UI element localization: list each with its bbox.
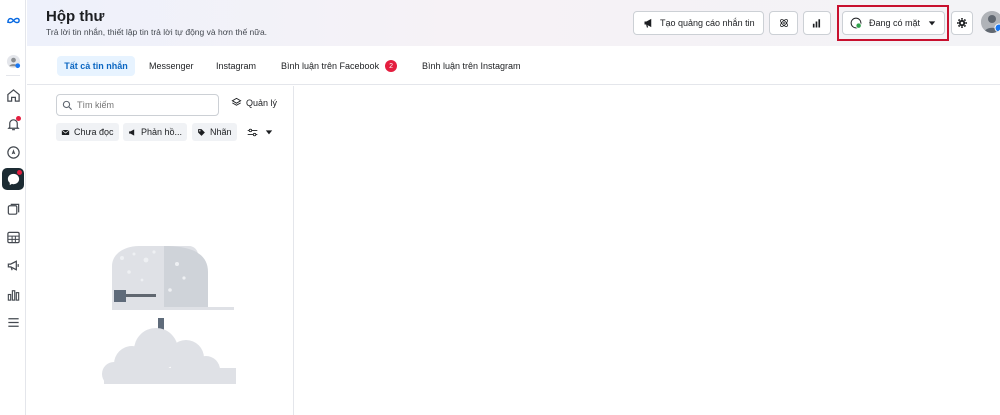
layers-icon bbox=[231, 97, 242, 106]
envelope-icon bbox=[61, 129, 70, 135]
empty-mailbox-illustration bbox=[102, 246, 236, 384]
sliders-icon bbox=[247, 128, 258, 136]
tab-label: Instagram bbox=[216, 61, 257, 71]
presence-highlight-box bbox=[837, 5, 949, 41]
megaphone-icon bbox=[644, 18, 652, 28]
tab-label: Messenger bbox=[149, 61, 194, 71]
manage-button[interactable]: Quản lý bbox=[231, 97, 277, 108]
content-pages-icon[interactable] bbox=[2, 198, 24, 220]
profile-avatar[interactable] bbox=[981, 11, 1000, 33]
search-input[interactable] bbox=[77, 100, 207, 110]
unread-count-badge: 2 bbox=[385, 60, 398, 72]
tab-instagram[interactable]: Instagram bbox=[210, 56, 262, 76]
compass-icon[interactable] bbox=[2, 141, 24, 163]
profile-photo-icon bbox=[981, 11, 1000, 33]
filter-settings-dropdown[interactable] bbox=[242, 123, 282, 141]
menu-icon[interactable] bbox=[2, 311, 24, 333]
tab-label: Tất cả tin nhắn bbox=[64, 61, 128, 71]
tab-instagram-comments[interactable]: Bình luận trên Instagram bbox=[416, 56, 527, 76]
planner-grid-icon[interactable] bbox=[2, 226, 24, 248]
page-subtitle: Trả lời tin nhắn, thiết lập tin trả lời … bbox=[46, 27, 268, 37]
conversation-list-panel: Quản lý Chưa đọc Phản hồ... Nhãn bbox=[46, 86, 294, 415]
filter-label: Phản hồ... bbox=[141, 127, 183, 137]
filter-label: Nhãn bbox=[210, 127, 232, 137]
inbox-tab-bar: Tất cả tin nhắn Messenger Instagram Bình… bbox=[27, 47, 1000, 85]
page-title: Hộp thư bbox=[46, 8, 105, 25]
tab-label: Bình luận trên Instagram bbox=[422, 61, 521, 71]
create-messaging-ad-button[interactable]: Tạo quảng cáo nhắn tin bbox=[633, 11, 764, 35]
home-icon[interactable] bbox=[2, 84, 24, 106]
insights-chart-icon[interactable] bbox=[2, 283, 24, 305]
inbox-chat-icon[interactable] bbox=[2, 168, 24, 190]
tab-facebook-comments[interactable]: Bình luận trên Facebook 2 bbox=[275, 56, 403, 76]
tag-icon bbox=[198, 128, 205, 136]
meta-logo-icon[interactable] bbox=[2, 9, 24, 31]
search-icon bbox=[62, 100, 73, 110]
gear-icon bbox=[957, 18, 967, 28]
integrations-atom-icon bbox=[779, 19, 788, 27]
tab-messenger[interactable]: Messenger bbox=[143, 56, 200, 76]
notifications-bell-icon[interactable] bbox=[2, 113, 24, 135]
filter-labels-chip[interactable]: Nhãn bbox=[192, 123, 237, 141]
left-rail bbox=[0, 0, 26, 415]
ads-megaphone-icon[interactable] bbox=[2, 254, 24, 276]
filter-responses-chip[interactable]: Phản hồ... bbox=[123, 123, 188, 141]
integrations-button[interactable] bbox=[769, 11, 798, 35]
insights-button[interactable] bbox=[803, 11, 831, 35]
filter-unread-chip[interactable]: Chưa đọc bbox=[56, 123, 119, 141]
tab-label: Bình luận trên Facebook bbox=[281, 61, 380, 71]
filter-label: Chưa đọc bbox=[74, 127, 114, 137]
search-box[interactable] bbox=[56, 94, 219, 116]
megaphone-icon bbox=[129, 128, 135, 136]
create-messaging-ad-label: Tạo quảng cáo nhắn tin bbox=[660, 18, 755, 28]
settings-button[interactable] bbox=[951, 11, 973, 35]
manage-label: Quản lý bbox=[246, 97, 278, 108]
business-inbox-app: Hộp thư Trả lời tin nhắn, thiết lập tin … bbox=[0, 0, 1000, 415]
account-avatar-icon[interactable] bbox=[2, 50, 24, 72]
tab-all-messages[interactable]: Tất cả tin nhắn bbox=[57, 56, 135, 76]
page-header: Hộp thư Trả lời tin nhắn, thiết lập tin … bbox=[27, 0, 1000, 46]
caret-down-icon bbox=[265, 130, 273, 135]
bar-chart-icon bbox=[812, 19, 821, 28]
